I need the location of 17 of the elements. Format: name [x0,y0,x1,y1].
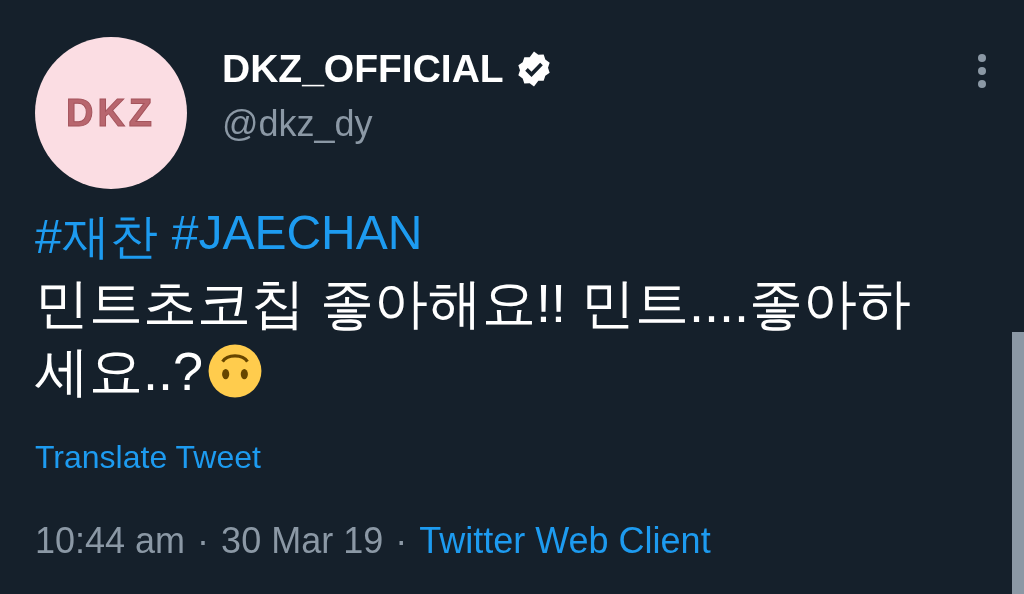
tweet-text: 세요..? [35,340,204,403]
hashtag-link[interactable]: #JAECHAN [171,205,423,269]
upside-down-face-icon [207,343,264,399]
separator-dot: · [395,520,408,562]
hashtag-link[interactable]: #재찬 [35,205,158,269]
source-link[interactable]: Twitter Web Client [419,520,711,562]
avatar-logo-text: DKZ [65,91,157,135]
scrollbar[interactable] [1012,332,1024,594]
tweet-text: 민트초코칩 좋아해요!! 민트....좋아하 [35,272,912,335]
more-options-icon[interactable] [976,53,988,89]
translate-link[interactable]: Translate Tweet [35,439,261,476]
user-handle[interactable]: @dkz_dy [222,103,373,145]
display-name[interactable]: DKZ_OFFICIAL [222,47,504,91]
separator-dot: · [197,520,210,562]
tweet-time: 10:44 am [35,520,186,562]
tweet-date: 30 Mar 19 [221,520,384,562]
avatar[interactable]: DKZ [35,37,187,189]
